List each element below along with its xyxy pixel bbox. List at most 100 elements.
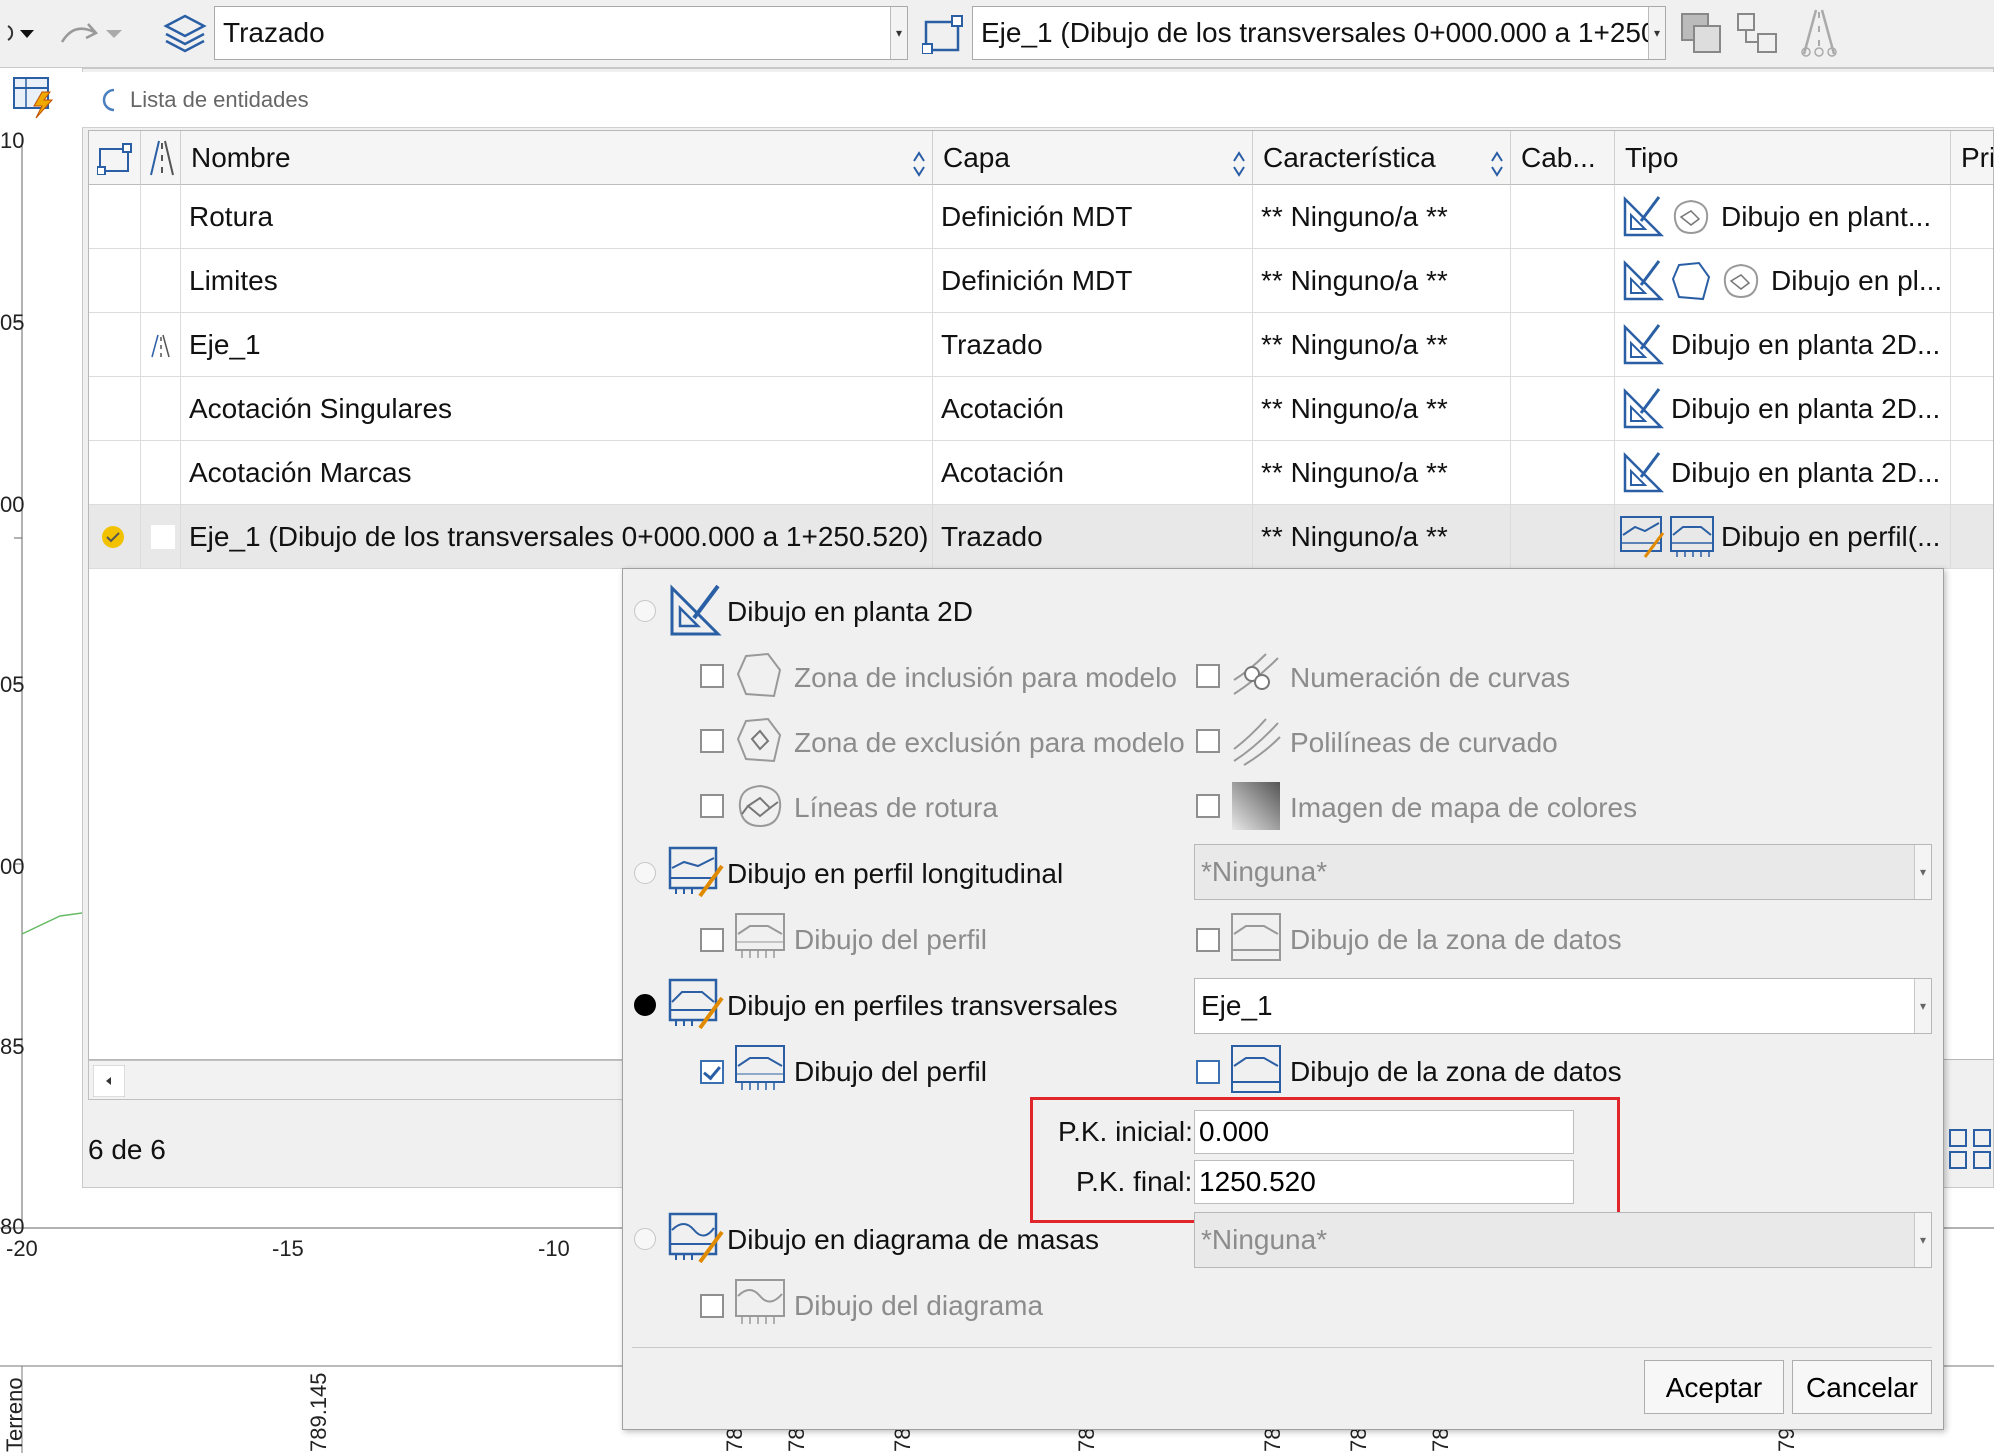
table-row[interactable]: Acotación Singulares Acotación ** Ningun… — [89, 377, 1993, 441]
check-polilineas-curvado[interactable] — [1196, 729, 1220, 753]
break-lines-icon — [734, 780, 786, 832]
row-visibility-cell[interactable] — [89, 249, 141, 313]
column-header-visibility[interactable] — [89, 131, 141, 185]
numeracion-curvas-label: Numeración de curvas — [1290, 662, 1571, 693]
check-dibujo-diagrama[interactable] — [700, 1294, 724, 1318]
check-dibujo-perfil-transv[interactable] — [700, 1060, 724, 1084]
layer-combo[interactable]: Trazado ▾ — [214, 6, 908, 60]
table-row[interactable]: Limites Definición MDT ** Ninguno/a ** D… — [89, 249, 1993, 313]
row-cab — [1511, 441, 1615, 505]
group-icon[interactable] — [1734, 10, 1780, 56]
row-visibility-cell[interactable] — [89, 313, 141, 377]
layer-combo-value: Trazado — [223, 17, 325, 48]
column-header-road[interactable] — [141, 131, 181, 185]
row-visibility-cell[interactable] — [89, 377, 141, 441]
table-row-selected[interactable]: Eje_1 (Dibujo de los transversales 0+000… — [89, 505, 1993, 569]
scroll-left-icon[interactable] — [93, 1065, 125, 1097]
table-row[interactable]: Acotación Marcas Acotación ** Ninguno/a … — [89, 441, 1993, 505]
lightning-grid-icon[interactable] — [12, 74, 60, 120]
row-tipo[interactable]: Dibujo en perfil(... — [1615, 505, 1951, 569]
y-tick: 00 — [0, 854, 25, 879]
row-road-cell — [141, 441, 181, 505]
row-nombre: Eje_1 (Dibujo de los transversales 0+000… — [181, 505, 933, 569]
row-road-cell — [141, 505, 181, 569]
row-tipo[interactable]: Dibujo en planta 2D... — [1615, 377, 1951, 441]
row-tipo[interactable]: Dibujo en pl... — [1615, 249, 1951, 313]
profile-icon — [734, 910, 788, 964]
chevron-down-icon[interactable]: ▾ — [1914, 845, 1931, 899]
road-icon — [149, 333, 173, 359]
column-header-capa[interactable]: Capa — [933, 131, 1253, 185]
bottom-value: 78 — [1346, 1427, 1371, 1452]
check-dibujo-perfil-long[interactable] — [700, 928, 724, 952]
diagrama-masas-select[interactable]: *Ninguna* ▾ — [1194, 1212, 1932, 1268]
table-row[interactable]: Rotura Definición MDT ** Ninguno/a ** Di… — [89, 185, 1993, 249]
entity-frame-icon — [97, 141, 133, 175]
row-tipo[interactable]: Dibujo en planta 2D... — [1615, 313, 1951, 377]
row-visibility-cell[interactable] — [89, 505, 141, 569]
send-back-icon[interactable] — [1678, 10, 1724, 56]
perfil-longitudinal-select[interactable]: *Ninguna* ▾ — [1194, 844, 1932, 900]
column-header-nombre[interactable]: Nombre — [181, 131, 933, 185]
view-grid-icon[interactable] — [1948, 1128, 1994, 1172]
bottom-value: 79 — [1774, 1427, 1799, 1452]
zona-datos-transv-label: Dibujo de la zona de datos — [1290, 1056, 1622, 1087]
chevron-down-icon[interactable]: ▾ — [1914, 979, 1931, 1033]
row-visibility-cell[interactable] — [89, 441, 141, 505]
radio-diagrama-masas[interactable] — [634, 1228, 656, 1250]
column-header-pri[interactable]: Pri — [1951, 131, 1993, 185]
panel-title-bar: Lista de entidades — [82, 72, 1994, 128]
inclusion-zone-icon — [1669, 259, 1713, 303]
redo-icon[interactable] — [56, 18, 126, 48]
row-pri — [1951, 505, 1993, 569]
dropdown-arrow-icon[interactable] — [6, 22, 36, 46]
break-lines-icon — [1719, 259, 1763, 303]
row-visibility-cell[interactable] — [89, 185, 141, 249]
entity-combo[interactable]: Eje_1 (Dibujo de los transversales 0+000… — [972, 6, 1666, 60]
check-zona-datos-long[interactable] — [1196, 928, 1220, 952]
radio-perfiles-transversales[interactable] — [634, 994, 656, 1016]
row-tipo[interactable]: Dibujo en planta 2D... — [1615, 441, 1951, 505]
check-zona-exclusion[interactable] — [700, 729, 724, 753]
profile-icon — [734, 1042, 788, 1096]
sort-icon[interactable] — [1232, 143, 1246, 177]
perfiles-transversales-select[interactable]: Eje_1 ▾ — [1194, 978, 1932, 1034]
chevron-down-icon[interactable]: ▾ — [1914, 1213, 1931, 1267]
divider — [632, 1347, 1932, 1348]
check-zona-datos-transv[interactable] — [1196, 1060, 1220, 1084]
sort-icon[interactable] — [1490, 143, 1504, 177]
row-tipo[interactable]: Dibujo en plant... — [1615, 185, 1951, 249]
sort-icon[interactable] — [912, 143, 926, 177]
accept-button[interactable]: Aceptar — [1644, 1360, 1784, 1414]
table-row[interactable]: Eje_1 Trazado ** Ninguno/a ** Dibujo en … — [89, 313, 1993, 377]
radio-planta-2d[interactable] — [634, 600, 656, 622]
row-cab — [1511, 313, 1615, 377]
check-zona-inclusion[interactable] — [700, 664, 724, 688]
list-icon — [98, 86, 120, 114]
row-capa: Definición MDT — [933, 185, 1253, 249]
chevron-down-icon[interactable]: ▾ — [890, 7, 907, 59]
column-header-tipo[interactable]: Tipo — [1615, 131, 1951, 185]
cross-profile-icon — [668, 976, 724, 1032]
visible-check-icon[interactable] — [101, 525, 125, 549]
contour-polylines-icon — [1230, 715, 1282, 767]
data-zone-icon — [1230, 1042, 1284, 1096]
check-lineas-rotura[interactable] — [700, 794, 724, 818]
planta-2d-label: Dibujo en planta 2D — [727, 596, 973, 627]
exclusion-zone-icon — [734, 715, 786, 767]
column-header-cab[interactable]: Cab... — [1511, 131, 1615, 185]
cancel-button[interactable]: Cancelar — [1792, 1360, 1932, 1414]
lineas-rotura-label: Líneas de rotura — [794, 792, 998, 823]
imagen-mapa-label: Imagen de mapa de colores — [1290, 792, 1638, 823]
check-imagen-mapa[interactable] — [1196, 794, 1220, 818]
diagrama-masas-label: Dibujo en diagrama de masas — [727, 1224, 1099, 1255]
column-header-caracteristica[interactable]: Característica — [1253, 131, 1511, 185]
radio-perfil-longitudinal[interactable] — [634, 862, 656, 884]
chevron-down-icon[interactable]: ▾ — [1648, 7, 1665, 59]
row-caracteristica: ** Ninguno/a ** — [1253, 505, 1511, 569]
check-numeracion-curvas[interactable] — [1196, 664, 1220, 688]
road-icon[interactable] — [1796, 6, 1842, 58]
plan-drawing-icon — [1621, 195, 1665, 239]
row-pri — [1951, 185, 1993, 249]
horizontal-scrollbar[interactable] — [88, 1060, 628, 1100]
